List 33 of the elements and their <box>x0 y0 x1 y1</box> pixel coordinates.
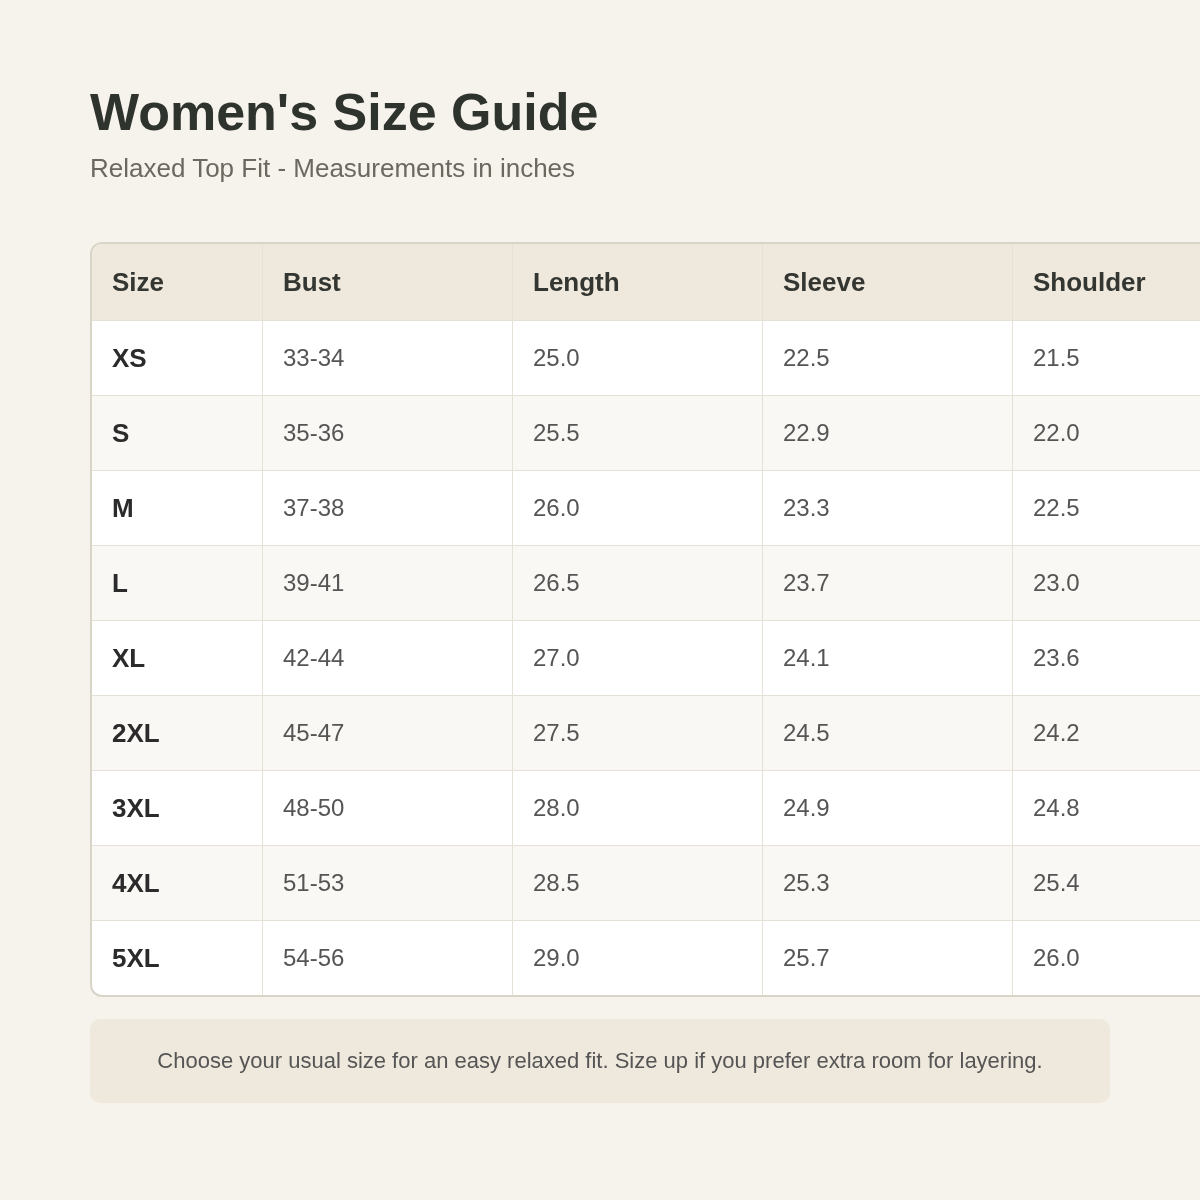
table-cell: L <box>92 545 262 620</box>
table-cell: 27.5 <box>512 695 762 770</box>
table-cell: 22.0 <box>1012 395 1200 470</box>
page-subtitle: Relaxed Top Fit - Measurements in inches <box>90 152 577 184</box>
table-cell: 25.7 <box>762 920 1012 995</box>
table-cell: 25.3 <box>762 845 1012 920</box>
table-cell: 54-56 <box>262 920 512 995</box>
table-cell: 26.5 <box>512 545 762 620</box>
table-cell: 23.7 <box>762 545 1012 620</box>
table-cell: 25.5 <box>512 395 762 470</box>
table-cell: 23.0 <box>1012 545 1200 620</box>
column-header: Size <box>92 244 262 320</box>
table-cell: 2XL <box>92 695 262 770</box>
table-cell: 22.9 <box>762 395 1012 470</box>
fit-note: Choose your usual size for an easy relaxed fit. Size up if you prefer extra room for layering. <box>90 1019 1110 1103</box>
column-header: Sleeve <box>762 244 1012 320</box>
table-cell: 24.5 <box>762 695 1012 770</box>
column-header: Shoulder <box>1012 244 1200 320</box>
page-title: Women's Size Guide <box>90 82 600 142</box>
table-cell: 29.0 <box>512 920 762 995</box>
table-cell: 5XL <box>92 920 262 995</box>
table-cell: 26.0 <box>1012 920 1200 995</box>
table-cell: 51-53 <box>262 845 512 920</box>
table-cell: 39-41 <box>262 545 512 620</box>
column-header: Bust <box>262 244 512 320</box>
table-cell: 24.2 <box>1012 695 1200 770</box>
table-cell: 28.5 <box>512 845 762 920</box>
table-cell: 45-47 <box>262 695 512 770</box>
table-cell: 35-36 <box>262 395 512 470</box>
table-cell: S <box>92 395 262 470</box>
table-cell: 4XL <box>92 845 262 920</box>
column-header: Length <box>512 244 762 320</box>
table-cell: 25.4 <box>1012 845 1200 920</box>
